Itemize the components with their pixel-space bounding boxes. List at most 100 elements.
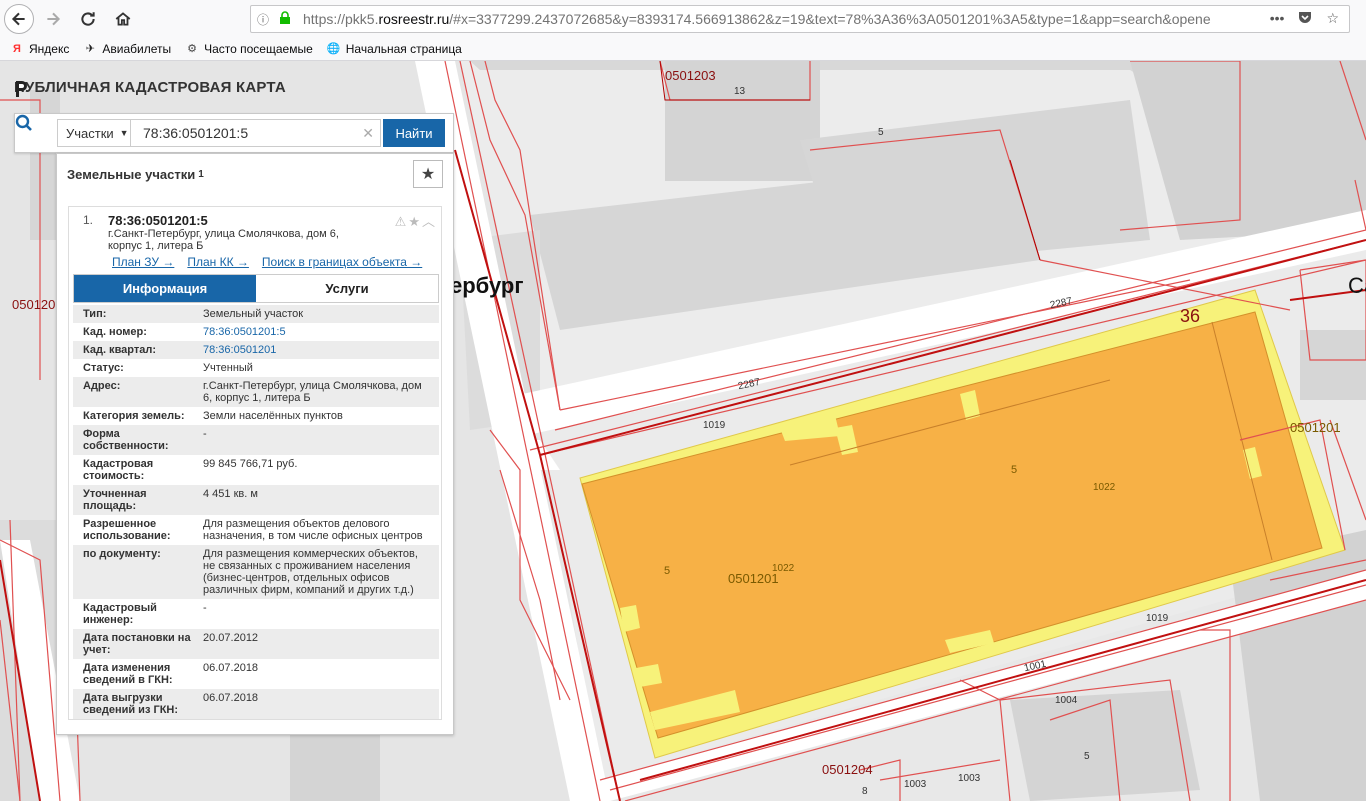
bookmarks-bar: Я Яндекс ✈ Авиабилеты ⚙ Часто посещаемые… xyxy=(0,37,1366,61)
info-value: Для размещения объектов делового назначе… xyxy=(203,518,423,542)
reload-button[interactable] xyxy=(72,3,104,35)
info-key: Дата постановки на учет: xyxy=(83,632,191,656)
info-value[interactable]: 78:36:0501201 xyxy=(193,344,433,356)
info-key: Форма собственности: xyxy=(83,428,169,452)
search-input[interactable]: 78:36:0501201:5 ✕ xyxy=(131,119,381,147)
rosreestr-logo-icon xyxy=(16,81,27,97)
lock-icon[interactable] xyxy=(279,10,295,28)
info-key: Дата изменения сведений в ГКН: xyxy=(83,662,173,686)
parcel-label: 13 xyxy=(734,86,746,97)
map-canvas[interactable]: 0501203 13 5 ербург 36 Са 2287 2287 1019… xyxy=(0,61,1366,801)
globe-icon: 🌐 xyxy=(326,43,341,55)
bookmark-yandex[interactable]: Я Яндекс xyxy=(10,42,69,56)
home-button[interactable] xyxy=(107,3,139,35)
info-icon[interactable]: ⓘ xyxy=(257,11,275,28)
result-number: 1. xyxy=(83,213,94,227)
star-icon[interactable]: ★ xyxy=(408,214,422,229)
tab-info[interactable]: Информация xyxy=(74,275,256,302)
category-select[interactable]: Участки ▼ xyxy=(57,119,131,147)
browser-toolbar: ⓘ https://pkk5.rosreestr.ru/#x=3377299.2… xyxy=(0,0,1366,37)
result-count: 1 xyxy=(198,168,204,180)
bookmark-star-icon[interactable]: ☆ xyxy=(1326,10,1339,27)
info-row: Категория земель: Земли населённых пункто… xyxy=(73,407,439,425)
pocket-icon[interactable] xyxy=(1298,10,1312,27)
info-value: 06.07.2018 xyxy=(203,662,259,674)
info-key: Категория земель: xyxy=(83,410,185,422)
panel-heading: Земельные участки 1 xyxy=(67,166,204,182)
street-label: Са xyxy=(1348,273,1366,298)
info-key: Кад. квартал: xyxy=(83,344,157,356)
result-card: 1. 78:36:0501201:5 г.Санкт-Петербург, ул… xyxy=(68,206,442,720)
info-value: г.Санкт-Петербург, улица Смолячкова, дом… xyxy=(203,380,422,404)
info-row: Кад. номер: 78:36:0501201:5 xyxy=(73,323,439,341)
info-row: Кадастровый инженер: - xyxy=(73,599,439,629)
search-in-bounds-link[interactable]: Поиск в границах объекта → xyxy=(262,255,422,269)
result-tabs: Информация Услуги xyxy=(73,274,439,303)
street-label: ербург xyxy=(450,273,524,298)
search-icon[interactable] xyxy=(15,114,57,152)
info-row: Уточненная площадь: 4 451 кв. м xyxy=(73,485,439,515)
find-button[interactable]: Найти xyxy=(383,119,445,147)
parcel-label: 1022 xyxy=(772,563,795,574)
info-row: Разрешенное использование: Для размещения… xyxy=(73,515,439,545)
app-title: ПУБЛИЧНАЯ КАДАСТРОВАЯ КАРТА xyxy=(14,79,286,96)
parcel-label: 1022 xyxy=(1093,482,1116,493)
info-value[interactable]: 78:36:0501201:5 xyxy=(193,326,433,338)
app-brand[interactable]: ПУБЛИЧНАЯ КАДАСТРОВАЯ КАРТА xyxy=(14,79,286,97)
warning-icon[interactable]: ⚠ xyxy=(395,214,409,229)
quarter-label: 0501201 xyxy=(1290,420,1341,435)
plane-icon: ✈ xyxy=(85,43,95,55)
info-row: Форма собственности: - xyxy=(73,425,439,455)
parcel-label: 8 xyxy=(862,786,868,797)
parcel-label: 1004 xyxy=(1055,695,1078,706)
parcel-label: 5 xyxy=(1011,464,1018,476)
parcel-label: 1019 xyxy=(1146,613,1169,624)
tab-services[interactable]: Услуги xyxy=(256,275,438,302)
info-value: 4 451 кв. м xyxy=(203,488,258,500)
more-icon[interactable]: ••• xyxy=(1270,10,1285,27)
bookmark-home[interactable]: 🌐 Начальная страница xyxy=(327,42,462,56)
favorites-button[interactable]: ★ xyxy=(413,160,443,188)
bookmark-avia[interactable]: ✈ Авиабилеты xyxy=(83,42,171,56)
star-icon: ★ xyxy=(420,166,436,183)
info-row: Адрес: г.Санкт-Петербург, улица Смолячков… xyxy=(73,377,439,407)
url-bar[interactable]: ⓘ https://pkk5.rosreestr.ru/#x=3377299.2… xyxy=(250,5,1350,33)
gear-icon: ⚙ xyxy=(187,43,198,55)
back-button[interactable] xyxy=(4,3,34,34)
info-value: 06.07.2018 xyxy=(203,692,259,704)
parcel-label: 1003 xyxy=(958,773,981,784)
info-row: Дата изменения сведений в ГКН: 06.07.2018 xyxy=(73,659,439,689)
result-title[interactable]: 78:36:0501201:5 xyxy=(108,213,208,228)
yandex-icon: Я xyxy=(13,42,21,55)
clear-icon[interactable]: ✕ xyxy=(362,125,374,142)
info-value: - xyxy=(203,602,207,614)
reload-icon xyxy=(81,11,95,26)
result-actions: ⚠★︿ xyxy=(395,211,437,230)
search-bar: Участки ▼ 78:36:0501201:5 ✕ Найти xyxy=(14,113,454,153)
caret-down-icon: ▼ xyxy=(119,128,129,138)
info-key: Разрешенное использование: xyxy=(83,518,171,542)
info-key: Кадастровый инженер: xyxy=(83,602,157,626)
info-row: Тип: Земельный участок xyxy=(73,305,439,323)
result-address: г.Санкт-Петербург, улица Смолячкова, дом… xyxy=(108,228,339,252)
info-value: 99 845 766,71 руб. xyxy=(203,458,298,470)
info-value: 20.07.2012 xyxy=(203,632,259,644)
info-value: - xyxy=(203,428,207,440)
url-text[interactable]: https://pkk5.rosreestr.ru/#x=3377299.243… xyxy=(303,11,1263,27)
result-links: План ЗУ → План КК → Поиск в границах объ… xyxy=(112,255,422,269)
info-key: Тип: xyxy=(83,308,107,320)
info-value: Для размещения коммерческих объектов, не… xyxy=(203,548,418,596)
info-row: по документу: Для размещения коммерческих… xyxy=(73,545,439,599)
bookmark-frequent[interactable]: ⚙ Часто посещаемые xyxy=(185,42,313,56)
plan-kk-link[interactable]: План КК → xyxy=(187,255,249,269)
quarter-label: 0501204 xyxy=(822,762,873,777)
arrow-right-icon xyxy=(47,12,61,25)
parcel-label: 1003 xyxy=(904,779,927,790)
forward-button[interactable] xyxy=(37,3,69,35)
house-number-label: 36 xyxy=(1180,306,1201,326)
home-icon xyxy=(115,11,131,26)
parcel-label: 5 xyxy=(664,565,671,577)
info-row: Дата постановки на учет: 20.07.2012 xyxy=(73,629,439,659)
plan-zu-link[interactable]: План ЗУ → xyxy=(112,255,174,269)
chevron-up-icon[interactable]: ︿ xyxy=(422,214,437,229)
